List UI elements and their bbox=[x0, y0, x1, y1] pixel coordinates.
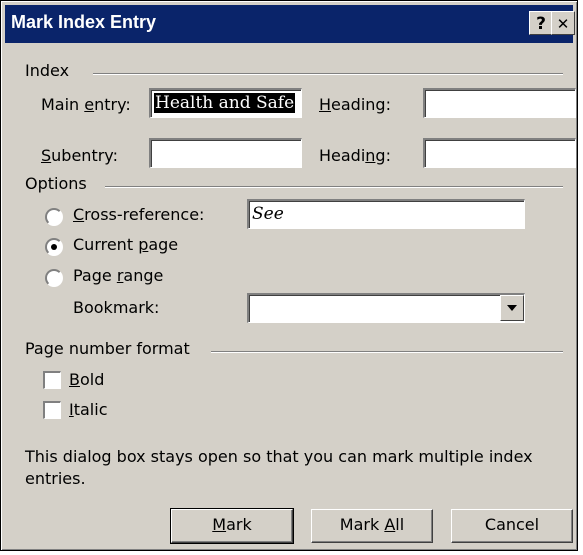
cancel-button[interactable]: Cancel bbox=[451, 509, 573, 543]
page-number-format-label: Page number format bbox=[25, 339, 190, 358]
cross-reference-value: See bbox=[252, 204, 284, 224]
help-button[interactable]: ? bbox=[529, 11, 553, 35]
index-separator bbox=[93, 73, 563, 75]
heading-field-2[interactable] bbox=[423, 138, 576, 168]
page-range-label[interactable]: Page range bbox=[73, 266, 163, 285]
page-range-radio[interactable] bbox=[45, 269, 63, 287]
page-number-format-separator bbox=[211, 351, 563, 353]
bookmark-label: Bookmark: bbox=[73, 298, 160, 317]
current-page-label[interactable]: Current page bbox=[73, 235, 178, 254]
index-section-label: Index bbox=[25, 61, 70, 80]
current-page-radio[interactable] bbox=[45, 238, 63, 256]
cross-reference-label[interactable]: Cross-reference: bbox=[73, 205, 204, 224]
title-bar[interactable]: Mark Index Entry ? ✕ bbox=[5, 5, 575, 43]
mark-button[interactable]: Mark bbox=[170, 508, 294, 544]
bold-label[interactable]: Bold bbox=[69, 370, 104, 389]
options-separator bbox=[105, 186, 563, 188]
cross-reference-field[interactable]: See bbox=[247, 199, 525, 229]
italic-checkbox[interactable] bbox=[43, 401, 61, 419]
heading-label-1: Heading: bbox=[319, 95, 391, 114]
mark-all-button[interactable]: Mark All bbox=[311, 509, 433, 543]
bookmark-dropdown[interactable] bbox=[247, 293, 525, 323]
italic-label[interactable]: Italic bbox=[69, 400, 107, 419]
options-section-label: Options bbox=[25, 174, 87, 193]
bookmark-dropdown-button[interactable] bbox=[500, 295, 524, 321]
chevron-down-icon bbox=[507, 305, 517, 311]
main-entry-label: Main entry: bbox=[41, 95, 131, 114]
main-entry-field[interactable]: Health and Safe bbox=[149, 88, 302, 118]
info-text: This dialog box stays open so that you c… bbox=[25, 447, 533, 488]
subentry-label: Subentry: bbox=[41, 146, 118, 165]
close-icon: ✕ bbox=[556, 15, 570, 33]
cross-reference-radio[interactable] bbox=[45, 208, 63, 226]
bold-checkbox[interactable] bbox=[43, 371, 61, 389]
main-entry-value: Health and Safe bbox=[154, 93, 296, 113]
heading-field-1[interactable] bbox=[423, 88, 576, 118]
close-button[interactable]: ✕ bbox=[551, 11, 575, 35]
mark-index-entry-dialog: Mark Index Entry ? ✕ Index Main entry: H… bbox=[0, 0, 578, 551]
subentry-field[interactable] bbox=[149, 138, 302, 168]
heading-label-2: Heading: bbox=[319, 146, 391, 165]
dialog-title: Mark Index Entry bbox=[11, 12, 157, 32]
radio-selected-dot bbox=[51, 244, 57, 250]
